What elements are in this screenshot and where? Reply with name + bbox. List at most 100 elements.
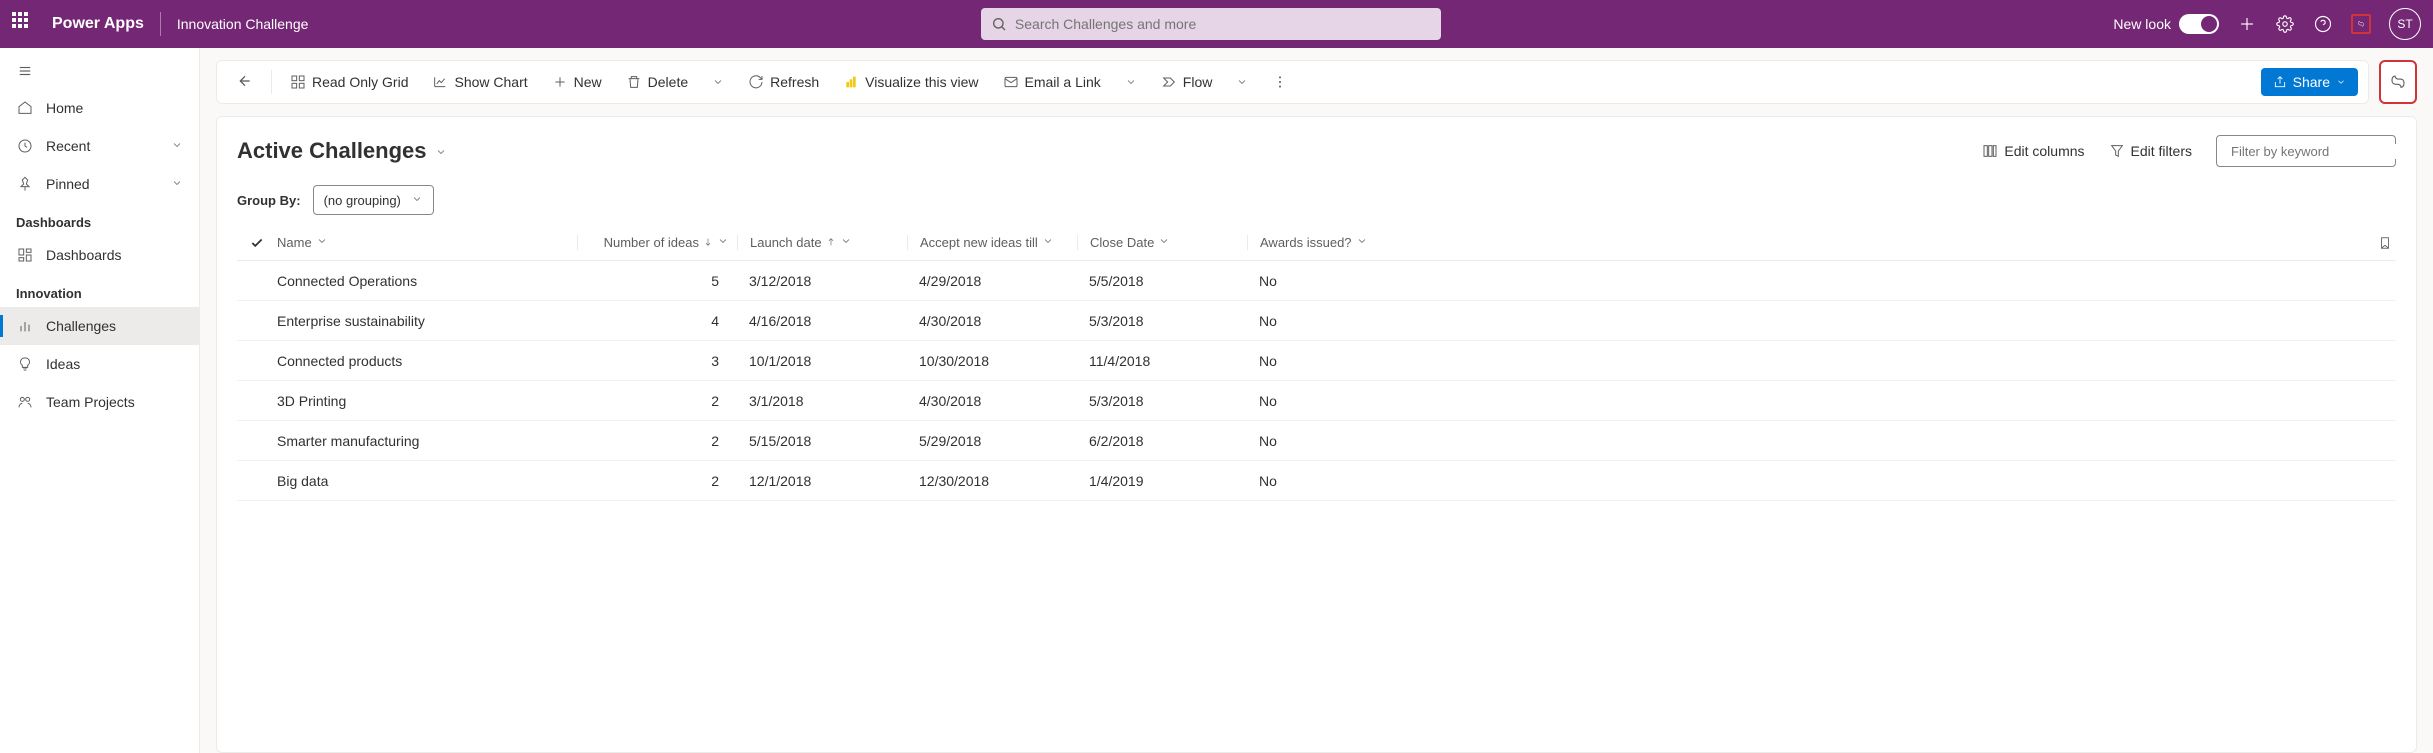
table-row[interactable]: Connected products 3 10/1/2018 10/30/201… xyxy=(237,341,2396,381)
nav-recent[interactable]: Recent xyxy=(0,127,199,165)
cell-name: Enterprise sustainability xyxy=(277,313,577,329)
chevron-down-icon xyxy=(1158,235,1170,250)
column-header-accept[interactable]: Accept new ideas till xyxy=(907,235,1077,250)
cell-name: Smarter manufacturing xyxy=(277,433,577,449)
cell-accept: 10/30/2018 xyxy=(907,353,1077,369)
delete-label: Delete xyxy=(648,74,688,90)
lightbulb-icon xyxy=(16,355,34,373)
brand-label: Power Apps xyxy=(52,15,144,33)
chevron-down-icon xyxy=(840,235,852,250)
delete-button[interactable]: Delete xyxy=(616,68,698,96)
powerbi-icon xyxy=(843,74,859,90)
share-label: Share xyxy=(2293,74,2330,90)
visualize-button[interactable]: Visualize this view xyxy=(833,68,988,96)
grid-header-row: Name Number of ideas Launch date xyxy=(237,225,2396,261)
nav-challenges[interactable]: Challenges xyxy=(0,307,199,345)
refresh-button[interactable]: Refresh xyxy=(738,68,829,96)
cell-close: 5/3/2018 xyxy=(1077,393,1247,409)
table-row[interactable]: Big data 2 12/1/2018 12/30/2018 1/4/2019… xyxy=(237,461,2396,501)
column-header-name[interactable]: Name xyxy=(277,235,577,250)
cell-ideas: 2 xyxy=(577,473,737,489)
cell-accept: 12/30/2018 xyxy=(907,473,1077,489)
global-search[interactable] xyxy=(981,8,1441,40)
nav-recent-label: Recent xyxy=(46,138,90,154)
groupby-select[interactable]: (no grouping) xyxy=(313,185,434,215)
column-ideas-label: Number of ideas xyxy=(604,235,699,250)
view-selector[interactable]: Active Challenges xyxy=(237,138,447,164)
flow-dropdown[interactable] xyxy=(1226,70,1258,94)
mail-icon xyxy=(1003,74,1019,90)
select-all-checkbox[interactable] xyxy=(237,236,277,250)
cell-ideas: 5 xyxy=(577,273,737,289)
nav-team-projects[interactable]: Team Projects xyxy=(0,383,199,421)
chevron-down-icon xyxy=(717,235,729,250)
column-header-awards[interactable]: Awards issued? xyxy=(1247,235,1417,250)
cell-name: Big data xyxy=(277,473,577,489)
nav-ideas-label: Ideas xyxy=(46,356,80,372)
table-row[interactable]: Smarter manufacturing 2 5/15/2018 5/29/2… xyxy=(237,421,2396,461)
nav-dashboards-label: Dashboards xyxy=(46,247,122,263)
table-row[interactable]: Connected Operations 5 3/12/2018 4/29/20… xyxy=(237,261,2396,301)
email-link-label: Email a Link xyxy=(1025,74,1101,90)
flow-button[interactable]: Flow xyxy=(1151,68,1223,96)
sort-desc-icon xyxy=(703,235,713,250)
edit-columns-button[interactable]: Edit columns xyxy=(1982,143,2084,159)
column-header-launch[interactable]: Launch date xyxy=(737,235,907,250)
read-only-grid-label: Read Only Grid xyxy=(312,74,408,90)
new-look-toggle[interactable]: New look xyxy=(2113,14,2219,34)
user-avatar[interactable]: ST xyxy=(2389,8,2421,40)
cell-accept: 5/29/2018 xyxy=(907,433,1077,449)
help-icon[interactable] xyxy=(2313,14,2333,34)
copilot-icon[interactable] xyxy=(2351,14,2371,34)
app-header: Power Apps Innovation Challenge New look… xyxy=(0,0,2433,48)
column-header-ideas[interactable]: Number of ideas xyxy=(577,235,737,250)
keyword-filter-input[interactable] xyxy=(2231,144,2407,159)
share-button[interactable]: Share xyxy=(2261,68,2358,96)
table-row[interactable]: Enterprise sustainability 4 4/16/2018 4/… xyxy=(237,301,2396,341)
groupby-value: (no grouping) xyxy=(324,193,401,208)
chevron-down-icon xyxy=(411,193,423,208)
nav-dashboards[interactable]: Dashboards xyxy=(0,236,199,274)
cell-close: 1/4/2019 xyxy=(1077,473,1247,489)
nav-home[interactable]: Home xyxy=(0,89,199,127)
edit-filters-button[interactable]: Edit filters xyxy=(2109,143,2192,159)
delete-dropdown[interactable] xyxy=(702,70,734,94)
chevron-down-icon xyxy=(316,235,328,250)
grid-icon xyxy=(290,74,306,90)
read-only-grid-button[interactable]: Read Only Grid xyxy=(280,68,418,96)
visualize-label: Visualize this view xyxy=(865,74,978,90)
app-launcher-icon[interactable] xyxy=(12,12,36,36)
nav-section-dashboards: Dashboards xyxy=(0,203,199,236)
cell-ideas: 2 xyxy=(577,393,737,409)
new-button[interactable]: New xyxy=(542,68,612,96)
column-header-close[interactable]: Close Date xyxy=(1077,235,1247,250)
copilot-pane-button[interactable] xyxy=(2379,60,2417,104)
back-button[interactable] xyxy=(227,67,263,98)
show-chart-button[interactable]: Show Chart xyxy=(422,68,537,96)
add-icon[interactable] xyxy=(2237,14,2257,34)
toggle-switch[interactable] xyxy=(2179,14,2219,34)
show-chart-label: Show Chart xyxy=(454,74,527,90)
nav-section-innovation: Innovation xyxy=(0,274,199,307)
email-link-button[interactable]: Email a Link xyxy=(993,68,1111,96)
cmd-separator xyxy=(271,70,272,94)
cell-ideas: 2 xyxy=(577,433,737,449)
gear-icon[interactable] xyxy=(2275,14,2295,34)
column-actions[interactable] xyxy=(1417,236,2396,250)
more-commands[interactable] xyxy=(1262,68,1298,96)
chevron-down-icon xyxy=(171,138,183,154)
nav-ideas[interactable]: Ideas xyxy=(0,345,199,383)
column-close-label: Close Date xyxy=(1090,235,1154,250)
sort-asc-icon xyxy=(826,235,836,250)
new-look-label: New look xyxy=(2113,16,2171,32)
email-dropdown[interactable] xyxy=(1115,70,1147,94)
collapse-nav-icon[interactable] xyxy=(0,56,199,89)
keyword-filter[interactable] xyxy=(2216,135,2396,167)
nav-challenges-label: Challenges xyxy=(46,318,116,334)
cell-launch: 10/1/2018 xyxy=(737,353,907,369)
header-divider xyxy=(160,12,161,36)
nav-pinned[interactable]: Pinned xyxy=(0,165,199,203)
table-row[interactable]: 3D Printing 2 3/1/2018 4/30/2018 5/3/201… xyxy=(237,381,2396,421)
search-input[interactable] xyxy=(1015,16,1431,32)
data-grid: Name Number of ideas Launch date xyxy=(237,225,2396,501)
